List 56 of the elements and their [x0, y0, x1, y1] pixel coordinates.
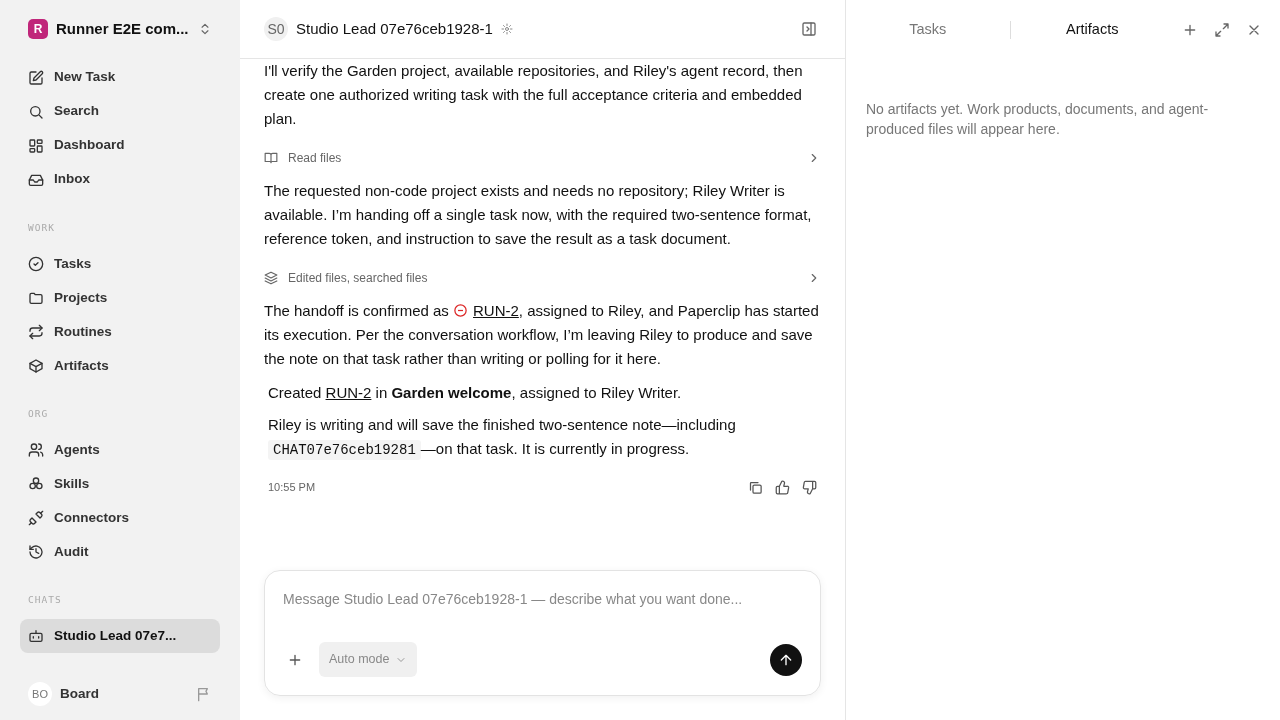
workspace-logo: R	[28, 19, 48, 40]
user-avatar: BO	[28, 682, 52, 706]
message-paragraph: The requested non-code project exists and needs no repository; Riley Writer is available. I’m handing off a single task now, with the required two-sentence format, reference token, and instruction to save the result as a task document.	[264, 181, 813, 249]
timestamp: 10:55 PM	[268, 480, 317, 496]
sidebar-item[interactable]: Inbox	[20, 162, 220, 197]
plug-icon	[28, 510, 44, 526]
panel-tab[interactable]: Artifacts	[1010, 14, 1174, 45]
tool-activity-row[interactable]: Read files	[264, 141, 821, 175]
sidebar-item[interactable]: Dashboard	[20, 128, 220, 163]
edit-icon	[28, 69, 44, 86]
workspace-name[interactable]: Runner E2E com...	[56, 18, 190, 41]
send-button[interactable]	[770, 643, 802, 676]
tool-activity-row[interactable]: Edited files, searched files	[264, 261, 821, 295]
code-token: CHAT07e76ceb19281	[268, 440, 421, 460]
sidebar-item[interactable]: Studio Lead 07e7...	[20, 619, 220, 654]
sidebar-item[interactable]: New Task	[20, 60, 220, 95]
thumbs-up-icon	[775, 480, 790, 495]
expand-icon	[1214, 21, 1230, 38]
robot-icon	[28, 628, 44, 645]
history-icon	[28, 544, 44, 560]
sidebar-item[interactable]: Skills	[20, 467, 220, 501]
repeat-icon	[28, 323, 44, 340]
sidebar-item[interactable]: Connectors	[20, 501, 220, 535]
sidebar-item[interactable]: Tasks	[20, 246, 220, 281]
sidebar-item[interactable]: Artifacts	[20, 348, 220, 383]
agent-avatar: S0	[264, 17, 288, 41]
copy-icon	[748, 480, 763, 495]
check-circle-icon	[28, 255, 44, 272]
summary-paragraph: Created RUN-2 in Garden welcome, assigned to Riley Writer.	[267, 383, 683, 403]
message-paragraph: The handoff is confirmed as RUN-2, assigned to Riley, and Paperclip has started its execution. Per the conversation workflow, I’m leaving Riley to produce and save the note on that task rather than writing or polling for it here.	[264, 301, 820, 369]
user-name[interactable]: Board	[60, 683, 188, 705]
section-heading: WORK	[27, 220, 56, 235]
empty-state-text: No artifacts yet. Work products, documents, and agent-produced files will appear here.	[865, 100, 1210, 139]
cubes-icon	[28, 476, 44, 492]
book-icon	[264, 151, 278, 165]
sidebar-item[interactable]: Audit	[20, 535, 220, 569]
dashboard-icon	[28, 137, 44, 154]
task-link[interactable]: RUN-2	[453, 302, 519, 319]
section-heading: ORG	[27, 406, 50, 421]
task-link[interactable]: RUN-2	[325, 384, 372, 401]
sidebar-panel-icon	[801, 21, 817, 37]
box-icon	[28, 357, 44, 374]
sidebar-item[interactable]: Routines	[20, 314, 220, 349]
summary-paragraph: Riley is writing and will save the finished two-sentence note—including CHAT07e76ceb19281 —on that task. It is currently in progress.	[267, 415, 737, 462]
search-icon	[28, 103, 44, 120]
layers-icon	[264, 271, 278, 285]
message-paragraph: I'll verify the Garden project, available repositories, and Riley's agent record, then create one authorized writing task with the full acceptance criteria and embedded plan.	[264, 61, 804, 129]
panel-tab[interactable]: Tasks	[846, 14, 1010, 45]
thumbs-down-icon	[802, 480, 817, 495]
sidebar-item[interactable]: Agents	[20, 433, 220, 467]
chat-title: Studio Lead 07e76ceb1928-1	[296, 18, 493, 39]
section-heading: CHATS	[27, 593, 63, 607]
sidebar-item[interactable]: Projects	[20, 280, 220, 315]
sidebar-item[interactable]: Search	[20, 94, 220, 129]
users-icon	[28, 442, 44, 458]
settings-icon	[500, 23, 513, 35]
